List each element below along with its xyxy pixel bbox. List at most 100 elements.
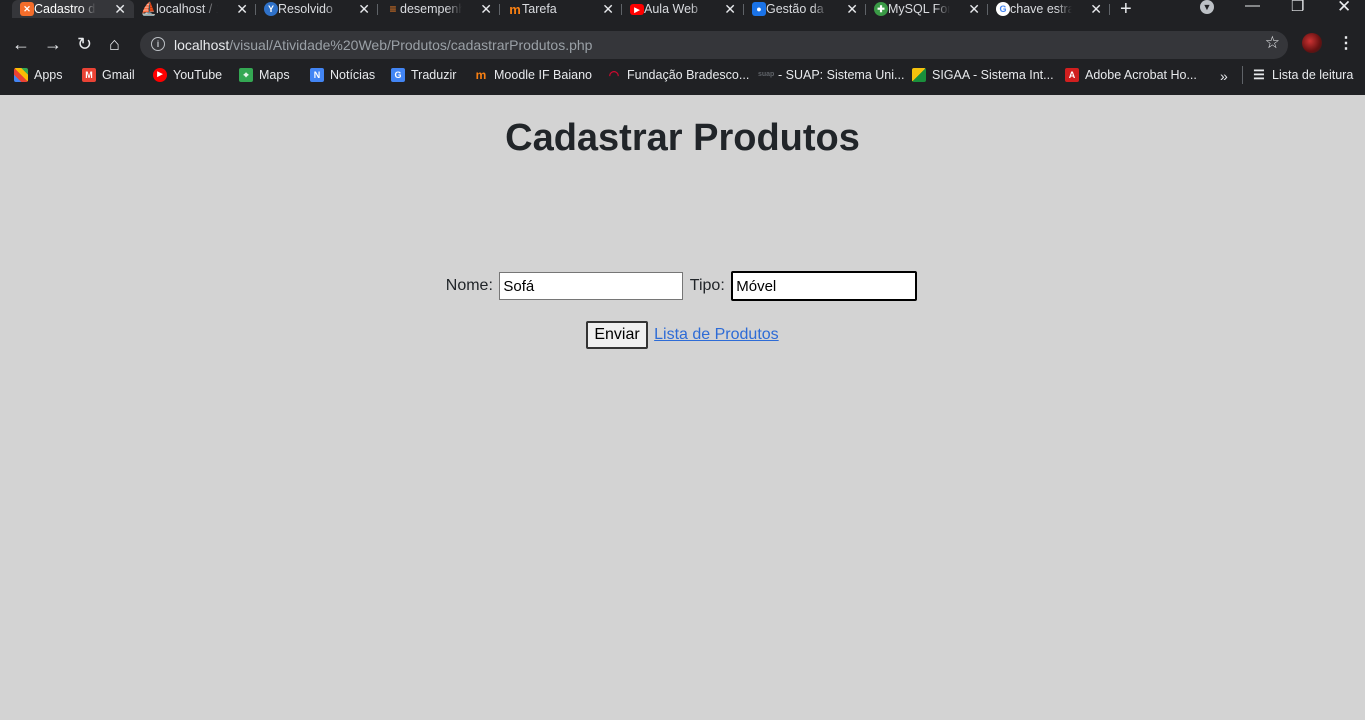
more-bookmarks-icon[interactable]: »	[1220, 68, 1228, 84]
phpmyadmin-icon: ⛵	[140, 1, 158, 16]
apps-grid-icon	[14, 68, 28, 82]
url-host: localhost	[174, 37, 230, 53]
classroom-icon: ●	[752, 2, 766, 16]
tipo-input[interactable]	[731, 271, 918, 301]
profile-avatar[interactable]	[1302, 33, 1322, 53]
toolbar: ← → ↻ ⌂ i localhost/visual/Atividade%20W…	[0, 30, 1365, 59]
reading-list[interactable]: ☰ Lista de leitura	[1252, 67, 1354, 83]
sigaa-icon	[912, 68, 926, 82]
tab-localhost[interactable]: ⛵ localhost / 127.0.0.1 ✕	[134, 0, 256, 18]
close-icon[interactable]: ✕	[602, 0, 614, 18]
lista-produtos-link[interactable]: Lista de Produtos	[654, 326, 779, 343]
url-path: /visual/Atividade%20Web/Produtos/cadastr…	[229, 37, 593, 53]
bookmark-label: Gmail	[102, 68, 135, 82]
google-icon: G	[996, 2, 1010, 16]
close-icon[interactable]: ✕	[114, 0, 126, 18]
tab-title: Resolvido	[278, 2, 333, 16]
product-form: Nome: Tipo:	[0, 271, 1365, 301]
back-icon[interactable]: ←	[12, 33, 30, 55]
close-icon[interactable]: ✕	[724, 0, 736, 18]
moodle-icon: m	[475, 68, 487, 82]
bookmark-apps[interactable]: Apps	[14, 68, 63, 82]
tab-aula-web[interactable]: ▶ Aula Web ✕	[622, 0, 744, 18]
close-icon[interactable]: ✕	[358, 0, 370, 18]
tab-tarefa[interactable]: m Tarefa ✕	[500, 0, 622, 18]
bookmark-label: SIGAA - Sistema Int...	[932, 68, 1054, 82]
bookmarks-bar: Apps M Gmail ▶ YouTube ⌖ Maps N Notícias G Tr…	[0, 64, 1365, 88]
bookmark-bradesco[interactable]: ◠ Fundação Bradesco...	[607, 68, 750, 82]
home-icon[interactable]: ⌂	[109, 33, 120, 55]
tab-title: MySQL For	[888, 2, 950, 16]
form-actions: Enviar Lista de Produtos	[0, 321, 1365, 349]
bookmark-label: YouTube	[173, 68, 223, 82]
bookmark-label: Notícias	[330, 68, 376, 82]
tab-cadastro[interactable]: ✕ Cadastro de Produtos ✕	[12, 0, 134, 18]
forward-icon[interactable]: →	[44, 33, 62, 55]
site-info-icon[interactable]: i	[151, 37, 165, 51]
bookmark-suap[interactable]: suap - SUAP: Sistema Uni...	[758, 68, 904, 82]
youtube-icon: ▶	[153, 68, 167, 82]
bookmark-divider	[1242, 66, 1243, 84]
bookmark-traduzir[interactable]: G Traduzir	[391, 68, 456, 82]
acrobat-icon: A	[1065, 68, 1079, 82]
tab-title: Cadastro de Produtos	[34, 2, 96, 16]
page-content: Cadastrar Produtos Nome: Tipo: Enviar Li…	[0, 95, 1365, 720]
bookmark-moodle[interactable]: m Moodle IF Baiano	[474, 68, 592, 82]
bookmark-label: Adobe Acrobat Ho...	[1085, 68, 1197, 82]
bookmark-label: Moodle IF Baiano	[494, 68, 592, 82]
bradesco-icon: ◠	[608, 68, 620, 82]
menu-kebab-icon[interactable]: ⋮	[1338, 33, 1354, 53]
bookmark-label: Maps	[259, 68, 290, 82]
news-icon: N	[310, 68, 324, 82]
tab-strip: ✕ Cadastro de Produtos ✕ ⛵ localhost / 1…	[0, 0, 1365, 21]
address-bar[interactable]: i localhost/visual/Atividade%20Web/Produ…	[140, 31, 1288, 59]
close-icon[interactable]: ✕	[968, 0, 980, 18]
bookmark-acrobat[interactable]: A Adobe Acrobat Ho...	[1065, 68, 1197, 82]
enviar-button[interactable]: Enviar	[586, 321, 648, 349]
reading-list-icon: ☰	[1253, 67, 1265, 82]
reload-icon[interactable]: ↻	[77, 33, 92, 55]
bookmark-label: Apps	[34, 68, 63, 82]
bookmark-sigaa[interactable]: SIGAA - Sistema Int...	[912, 68, 1054, 82]
bookmark-gmail[interactable]: M Gmail	[82, 68, 135, 82]
close-icon[interactable]: ✕	[480, 0, 492, 18]
translate-icon: G	[391, 68, 405, 82]
mysql-icon: ✚	[874, 2, 888, 16]
tab-search-icon[interactable]: ▼	[1200, 0, 1214, 14]
url-text[interactable]: localhost/visual/Atividade%20Web/Produto…	[174, 37, 592, 53]
bookmark-youtube[interactable]: ▶ YouTube	[153, 68, 222, 82]
tab-resolvido[interactable]: Y Resolvido ✕	[256, 0, 378, 18]
bookmark-label: - SUAP: Sistema Uni...	[778, 68, 905, 82]
reading-list-label: Lista de leitura	[1272, 68, 1354, 82]
close-icon[interactable]: ✕	[1090, 0, 1102, 18]
bookmark-label: Traduzir	[411, 68, 457, 82]
tab-mysql[interactable]: ✚ MySQL For ✕	[866, 0, 988, 18]
tab-chave[interactable]: G chave estrangeira ✕	[988, 0, 1110, 18]
bookmark-star-icon[interactable]: ☆	[1265, 33, 1280, 53]
gmail-icon: M	[82, 68, 96, 82]
xampp-icon: ✕	[20, 2, 34, 16]
tab-title: Tarefa	[522, 2, 557, 16]
restore-icon[interactable]: ❐	[1291, 0, 1304, 15]
tab-title: desempenho	[400, 2, 462, 16]
minimize-icon[interactable]: —	[1245, 0, 1260, 14]
bookmark-label: Fundação Bradesco...	[627, 68, 750, 82]
tipo-label: Tipo:	[689, 277, 725, 294]
forum-icon: Y	[264, 2, 278, 16]
window-close-icon[interactable]: ✕	[1337, 0, 1351, 17]
bookmark-maps[interactable]: ⌖ Maps	[239, 68, 290, 82]
close-icon[interactable]: ✕	[236, 0, 248, 18]
browser-chrome: ✕ Cadastro de Produtos ✕ ⛵ localhost / 1…	[0, 0, 1365, 95]
nome-input[interactable]	[499, 272, 684, 300]
youtube-icon: ▶	[630, 4, 644, 15]
bookmark-noticias[interactable]: N Notícias	[310, 68, 375, 82]
stackoverflow-icon: ≡	[389, 2, 397, 16]
tab-gestao[interactable]: ● Gestão da ✕	[744, 0, 866, 18]
page-title: Cadastrar Produtos	[505, 117, 860, 159]
new-tab-icon[interactable]: +	[1120, 0, 1132, 21]
tab-title: Aula Web	[644, 2, 698, 16]
tab-desempenho[interactable]: ≡ desempenho ✕	[378, 0, 500, 18]
tab-title: Gestão da	[766, 2, 824, 16]
close-icon[interactable]: ✕	[846, 0, 858, 18]
maps-icon: ⌖	[239, 68, 253, 82]
